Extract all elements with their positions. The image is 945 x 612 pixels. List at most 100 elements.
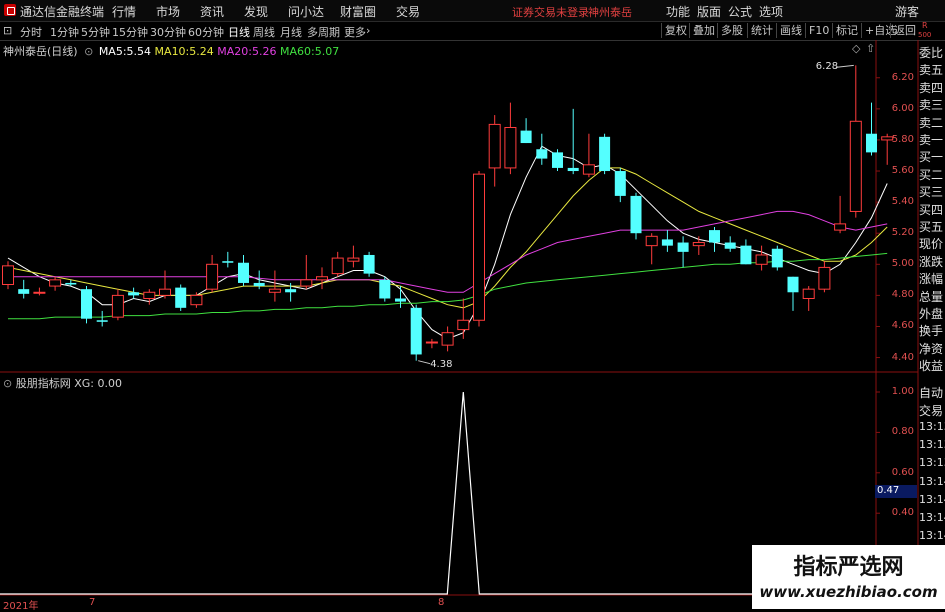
candle-body-up [206,263,219,290]
indicator-info-line: ⊙ 股朋指标网 XG: 0.00 [3,375,122,391]
side-tab-9[interactable]: 买四 [919,201,945,218]
candle-body-down [253,282,265,287]
indicator-current-value: 0.47 [877,485,900,496]
watermark-url: www.xuezhibiao.com [759,583,938,601]
price-tick: 6.00 [891,102,914,114]
candle-body-up [268,288,281,293]
candle-body-down [175,287,187,308]
high-pointer [835,64,854,68]
candle-body-down [661,239,673,246]
candle-body-down [128,292,140,296]
candle-body-down [222,261,234,263]
side-tab-trade-1[interactable]: 交易 [919,402,945,419]
trade-time: 13:13 [919,438,945,452]
indicator-current-value-box: 0.47 [875,485,917,498]
candle-body-down [599,136,611,172]
price-tick: 5.80 [891,133,914,145]
candle-body-up [818,266,831,290]
side-tab-8[interactable]: 买三 [919,183,945,200]
candle-body-down [614,171,626,196]
side-tab-18[interactable]: 收益 [919,357,945,374]
candle-body-up [645,235,658,247]
side-tab-11[interactable]: 现价 [919,235,945,252]
candle-body-up [834,223,847,231]
candle-body-up [504,127,517,169]
candle-body-up [49,279,62,287]
side-tab-4[interactable]: 卖二 [919,114,945,131]
indicator-tick: 0.60 [891,466,914,478]
indicator-settings-icon[interactable]: ⊙ [3,377,12,390]
price-tick: 5.40 [891,196,914,208]
candle-body-down [740,245,752,265]
candle-body-up [425,341,438,344]
candle-body-up [755,254,768,265]
side-tab-6[interactable]: 买一 [919,148,945,165]
candle-body-up [441,332,454,346]
side-tab-10[interactable]: 买五 [919,218,945,235]
side-tab-5[interactable]: 卖一 [919,131,945,148]
side-tab-12[interactable]: 涨跌 [919,253,945,270]
trade-time: 13:14 [919,511,945,524]
side-tab-trade-0[interactable]: 自动 [919,384,945,401]
candle-body-down [724,242,736,249]
watermark-banner: 指标严选网 www.xuezhibiao.com [752,545,945,609]
candle-body-down [18,289,30,294]
candle-body-up [849,120,862,212]
side-tab-1[interactable]: 卖五 [919,61,945,78]
price-tick: 5.00 [891,258,914,270]
candle-body-down [238,262,249,283]
ma-line-ma20 [8,210,888,293]
candle-body-up [190,294,203,306]
indicator-xg: XG: 0.00 [74,377,122,390]
side-tab-13[interactable]: 涨幅 [919,270,945,287]
ma-line-ma10 [7,167,888,309]
candle-body-down [363,254,375,274]
indicator-tick: 0.80 [891,426,914,438]
indicator-tick: 1.00 [891,386,914,397]
side-tab-16[interactable]: 换手 [919,322,945,339]
price-tick: 5.60 [891,165,914,177]
indicator-title: 股朋指标网 [15,377,71,390]
candle-body-down [536,149,548,159]
price-tick: 4.60 [891,320,914,332]
candle-body-down [677,242,689,252]
candle-body-up [488,123,501,169]
candle-body-down [410,307,422,355]
price-tick: 4.80 [891,289,914,301]
side-tab-14[interactable]: 总量 [919,288,945,305]
trade-time: 13:13 [919,456,945,470]
low-pointer [418,360,431,365]
candle-body-down [395,298,406,302]
candle-body-down [520,130,532,144]
candle-body-up [582,164,595,175]
candle-body-up [159,288,171,296]
side-tab-0[interactable]: 委比 [919,44,945,61]
candle-body-up [347,257,360,262]
candle-body-down [866,133,877,153]
candle-body-down [81,289,92,319]
candle-body-down [65,282,77,285]
side-tab-3[interactable]: 卖三 [919,96,945,113]
high-price-label: 6.28 [815,61,839,73]
side-tab-15[interactable]: 外盘 [919,305,945,322]
candle-body-up [316,276,328,281]
candle-body-up [2,265,14,286]
side-tab-17[interactable]: 净资 [919,340,945,357]
candle-body-down [379,279,391,299]
candle-body-up [457,319,470,331]
candle-body-up [331,257,344,275]
candle-body-down [567,167,579,172]
kline-chart[interactable] [0,0,945,609]
watermark-title: 指标严选网 [793,555,904,580]
candle-body-up [692,242,705,247]
candle-body-up [33,291,46,294]
candle-body-down [96,320,108,322]
timeline-month-7: 7 [89,597,96,608]
ma-line-ma5 [7,145,888,340]
trade-time: 13:14 [919,529,945,543]
candle-body-down [630,195,642,234]
ma-line-ma60 [8,252,888,320]
side-tab-7[interactable]: 买二 [919,166,945,183]
indicator-tick: 0.40 [891,507,914,519]
side-tab-2[interactable]: 卖四 [919,79,945,96]
